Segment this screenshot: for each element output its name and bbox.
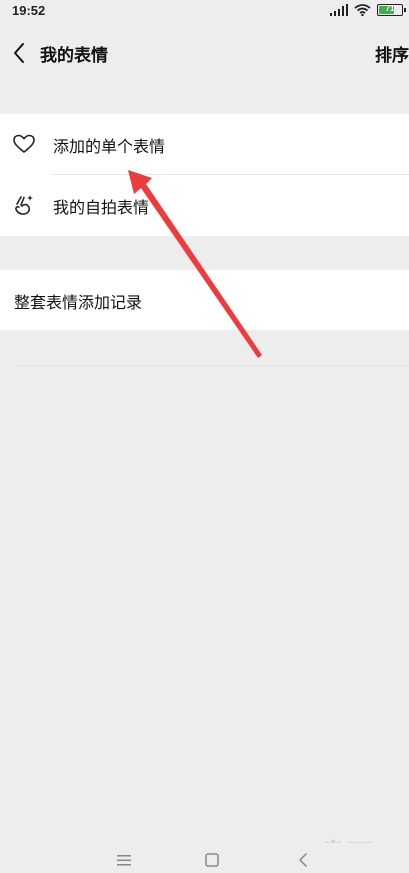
- system-nav-bar: [0, 843, 409, 873]
- nav-bar: 我的表情 排序: [0, 24, 409, 82]
- screen: 19:52 71 我的表情 排序 添加的单个表情 我的自拍表情 整套表情添加记录: [0, 0, 409, 873]
- status-time: 19:52: [12, 3, 46, 18]
- list-item-selfie-stickers[interactable]: 我的自拍表情: [0, 175, 409, 236]
- back-icon[interactable]: [10, 41, 30, 65]
- list-item-added-stickers[interactable]: 添加的单个表情: [0, 114, 409, 175]
- divider: [16, 365, 409, 366]
- battery-level: 71: [385, 4, 395, 13]
- record-group: 整套表情添加记录: [0, 270, 409, 330]
- battery-icon: 71: [377, 4, 406, 16]
- system-back-icon[interactable]: [294, 851, 312, 869]
- signal-icon: [330, 4, 348, 16]
- sort-button[interactable]: 排序: [375, 41, 409, 66]
- sticker-group: 添加的单个表情 我的自拍表情: [0, 114, 409, 236]
- page-title: 我的表情: [40, 46, 108, 66]
- list-item-label: 整套表情添加记录: [14, 293, 143, 312]
- home-icon[interactable]: [203, 851, 221, 869]
- list-item-label: 我的自拍表情: [53, 198, 150, 217]
- list-item-label: 添加的单个表情: [53, 137, 166, 156]
- heart-icon: [13, 134, 35, 153]
- status-icons: 71: [330, 4, 406, 16]
- status-bar: 19:52 71: [0, 0, 409, 24]
- wifi-icon: [354, 4, 371, 16]
- list-item-set-records[interactable]: 整套表情添加记录: [0, 270, 409, 331]
- menu-icon[interactable]: [115, 851, 133, 869]
- selfie-hand-icon: [15, 195, 33, 215]
